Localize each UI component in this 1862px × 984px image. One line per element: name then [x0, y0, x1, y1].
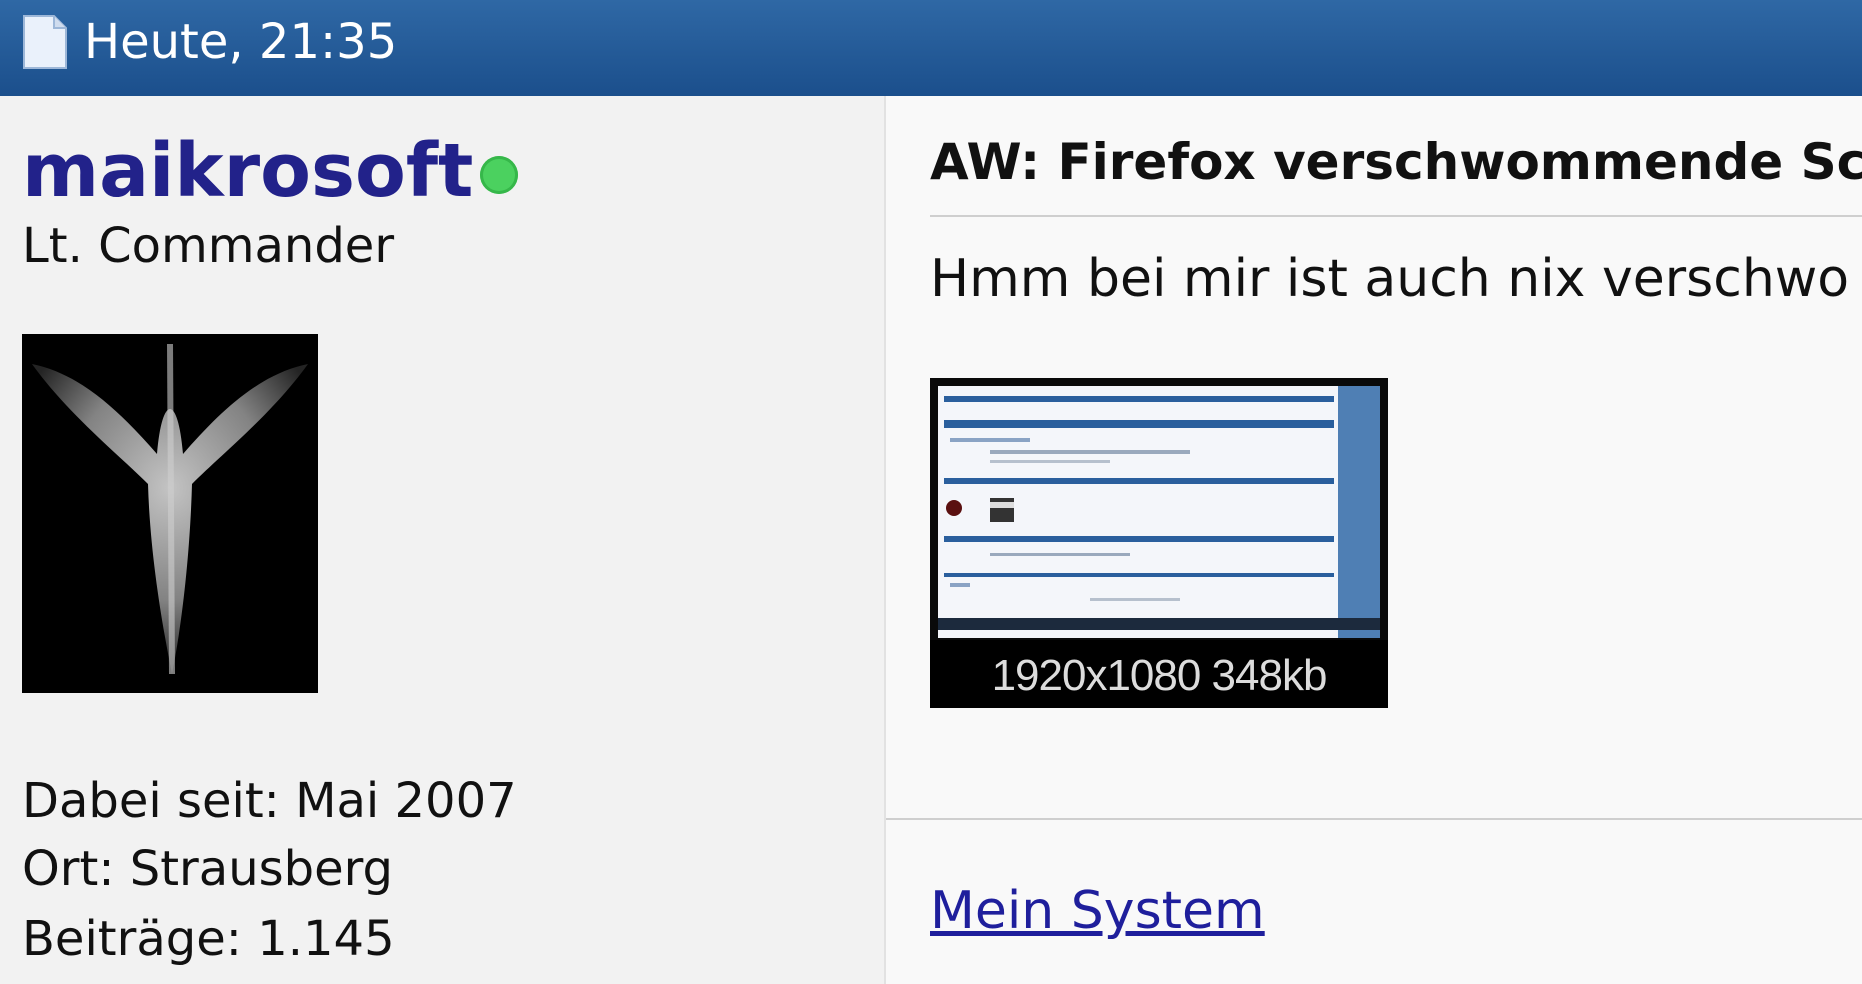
- username-link[interactable]: maikrosoft: [22, 126, 473, 216]
- screenshot-preview-image: [930, 378, 1388, 640]
- post-header-bar: Heute, 21:35: [0, 0, 1862, 96]
- user-avatar[interactable]: [22, 334, 318, 693]
- post-count: Beiträge: 1.145: [22, 911, 395, 967]
- attachment-caption: 1920x1080 348kb: [991, 651, 1328, 700]
- user-location: Ort: Strausberg: [22, 841, 393, 897]
- signature-divider: [886, 818, 1862, 820]
- post-date: Heute, 21:35: [84, 14, 398, 70]
- title-divider: [930, 215, 1862, 217]
- my-system-link[interactable]: Mein System: [930, 880, 1265, 942]
- avatar-image: [22, 334, 318, 693]
- online-status-icon: [480, 156, 518, 194]
- document-icon: [23, 15, 67, 69]
- post-title: AW: Firefox verschwommende Sc: [930, 133, 1862, 191]
- post-body-text: Hmm bei mir ist auch nix verschwo: [930, 249, 1850, 309]
- user-rank: Lt. Commander: [22, 218, 395, 274]
- joined-date: Dabei seit: Mai 2007: [22, 773, 517, 829]
- attachment-thumbnail[interactable]: 1920x1080 348kb: [930, 378, 1388, 708]
